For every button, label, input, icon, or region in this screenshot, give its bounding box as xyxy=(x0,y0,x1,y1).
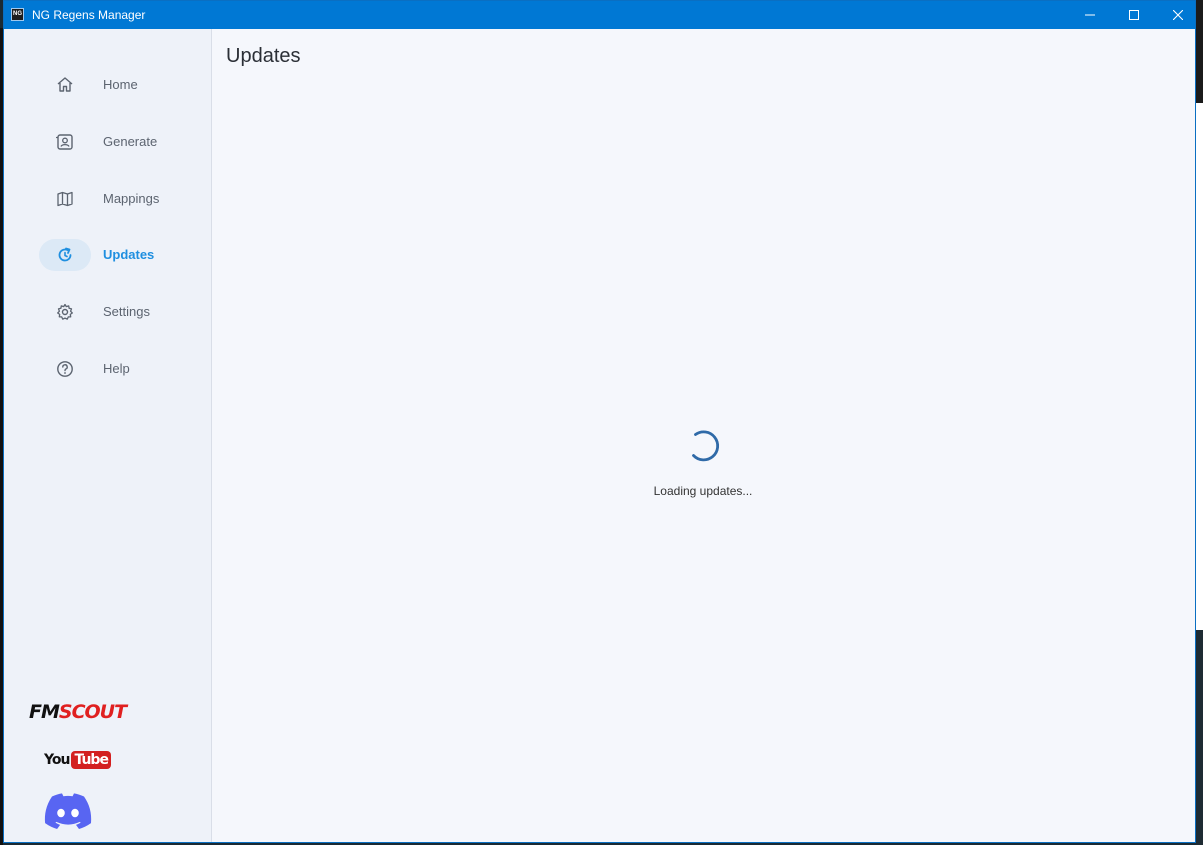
youtube-logo-tube: Tube xyxy=(71,751,111,769)
maximize-button[interactable] xyxy=(1112,1,1156,29)
page-title: Updates xyxy=(226,45,301,67)
fmscout-logo-fm: FM xyxy=(29,701,60,723)
sidebar-item-updates[interactable]: Updates xyxy=(4,239,211,271)
refresh-icon xyxy=(58,247,72,262)
minimize-button[interactable] xyxy=(1068,1,1112,29)
sidebar: Home Generate Mappings Updates Settings … xyxy=(4,29,212,842)
title-bar[interactable]: NG NG Regens Manager xyxy=(4,1,1195,29)
id-card-icon xyxy=(56,134,73,150)
youtube-logo-you: You xyxy=(44,752,70,768)
minimize-icon xyxy=(1085,14,1095,16)
home-icon xyxy=(57,77,73,92)
fmscout-link[interactable]: FMSCOUT xyxy=(29,701,127,723)
sidebar-item-mappings[interactable]: Mappings xyxy=(4,183,211,215)
app-icon: NG xyxy=(11,8,24,21)
sidebar-item-label: Mappings xyxy=(103,191,160,206)
window-title: NG Regens Manager xyxy=(32,8,146,22)
sidebar-item-settings[interactable]: Settings xyxy=(4,296,211,328)
close-icon xyxy=(1173,10,1183,20)
desktop-background-right xyxy=(1196,0,1203,845)
gear-icon xyxy=(57,303,73,320)
loading-text: Loading updates... xyxy=(653,484,753,498)
close-button[interactable] xyxy=(1156,1,1200,29)
main-content: Updates Loading updates... xyxy=(211,29,1195,842)
fmscout-logo-scout: SCOUT xyxy=(58,701,127,723)
sidebar-item-label: Generate xyxy=(103,134,158,149)
youtube-link[interactable]: You Tube xyxy=(44,751,111,769)
maximize-icon xyxy=(1129,10,1139,20)
loading-spinner-icon xyxy=(692,430,720,462)
sidebar-item-label: Settings xyxy=(103,304,150,319)
sidebar-item-generate[interactable]: Generate xyxy=(4,126,211,158)
app-window: NG NG Regens Manager Home Generate Mappi… xyxy=(3,0,1196,843)
sidebar-item-label: Help xyxy=(103,361,130,376)
discord-icon[interactable] xyxy=(44,791,92,829)
sidebar-item-label: Home xyxy=(103,77,138,92)
sidebar-item-label: Updates xyxy=(103,247,155,262)
sidebar-item-help[interactable]: Help xyxy=(4,353,211,385)
help-circle-icon xyxy=(57,361,73,377)
sidebar-item-home[interactable]: Home xyxy=(4,69,211,101)
map-icon xyxy=(57,191,73,207)
